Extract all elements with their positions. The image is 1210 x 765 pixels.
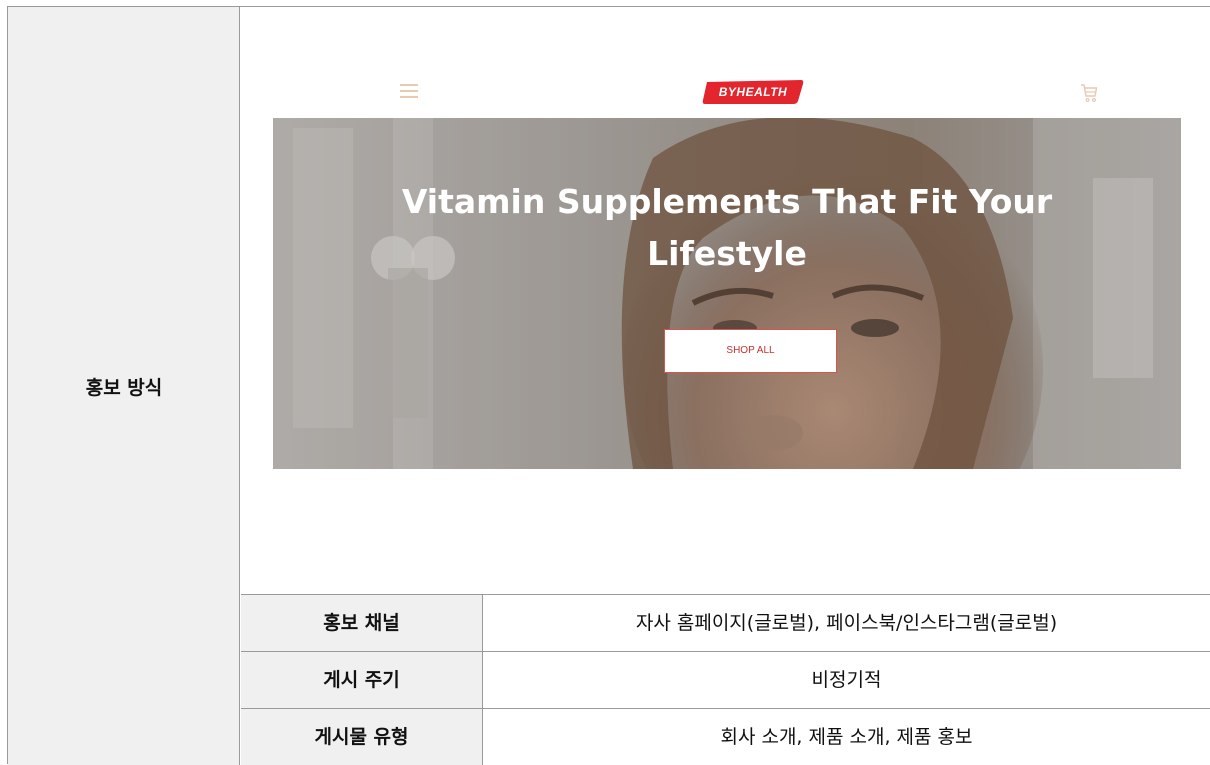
info-row-channel: 홍보 채널 자사 홈페이지(글로벌), 페이스북/인스타그램(글로벌) [241, 594, 1210, 651]
info-key: 홍보 채널 [241, 595, 483, 651]
hero-title-line1: Vitamin Supplements That Fit Your [401, 182, 1053, 221]
hero-title-line2: Lifestyle [647, 234, 807, 273]
info-value: 자사 홈페이지(글로벌), 페이스북/인스타그램(글로벌) [635, 612, 1058, 634]
hero-banner: Vitamin Supplements That Fit Your Lifest… [273, 118, 1181, 469]
info-row-frequency: 게시 주기 비정기적 [241, 651, 1210, 708]
info-value: 회사 소개, 제품 소개, 제품 홍보 [720, 726, 973, 748]
website-screenshot: BYHEALTH Vitamin Supplements That Fit Yo… [241, 6, 1210, 594]
method-label: 홍보 방식 [85, 377, 163, 399]
cart-icon[interactable] [1080, 83, 1098, 103]
hero-background-image [273, 118, 1181, 469]
info-row-post-type: 게시물 유형 회사 소개, 제품 소개, 제품 홍보 [241, 708, 1210, 765]
byhealth-logo[interactable]: BYHEALTH [701, 79, 805, 105]
info-value: 비정기적 [811, 669, 882, 691]
info-key: 게시 주기 [241, 652, 483, 708]
method-label-cell: 홍보 방식 [8, 7, 240, 765]
hero-title: Vitamin Supplements That Fit Your Lifest… [273, 176, 1181, 280]
shop-all-button[interactable]: SHOP ALL [664, 329, 837, 373]
site-header: BYHEALTH [241, 76, 1210, 114]
hamburger-menu-icon[interactable] [400, 84, 418, 98]
logo-text: BYHEALTH [718, 85, 788, 99]
info-key: 게시물 유형 [241, 709, 483, 765]
